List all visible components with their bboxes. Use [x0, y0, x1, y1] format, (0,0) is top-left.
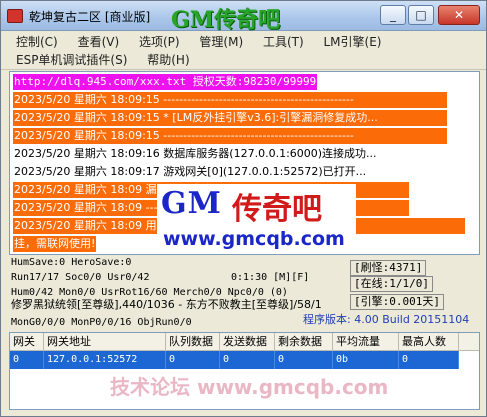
cell-remaining: 0	[275, 351, 333, 369]
maximize-button[interactable]: □	[408, 5, 434, 25]
col-sent[interactable]: 发送数据	[220, 333, 275, 351]
uptime: 0:1:30 [M][F]	[231, 272, 310, 283]
site-watermark: GM 传奇吧 www.gmcqb.com	[157, 184, 356, 252]
log-line: 2023/5/20 星期六 18:09:15 * [LM反外挂引擎v3.6]:引…	[13, 110, 447, 126]
menu-control[interactable]: 控制(C)	[11, 33, 63, 51]
save-status: HumSave:0 HeroSave:0	[11, 257, 132, 268]
refresh-counter: [刷怪:4371]	[350, 260, 427, 276]
watermark-brand: 传奇吧	[232, 192, 322, 227]
cell-avg-traffic: 0b	[333, 351, 399, 369]
col-max-users[interactable]: 最高人数	[399, 333, 459, 351]
log-line: 挂，需联网使用!	[13, 236, 97, 252]
cell-max-users: 0	[399, 351, 459, 369]
minimize-button[interactable]: _	[380, 5, 406, 25]
menu-bar: 控制(C) 查看(V) 选项(P) 管理(M) 工具(T) LM引擎(E) ES…	[1, 32, 486, 70]
col-avg-traffic[interactable]: 平均流量	[333, 333, 399, 351]
menu-view[interactable]: 查看(V)	[73, 33, 125, 51]
col-address[interactable]: 网关地址	[44, 333, 166, 351]
table-watermark: 技术论坛 www.gmcqb.com	[110, 375, 389, 399]
menu-options[interactable]: 选项(P)	[134, 33, 185, 51]
gateway-table: 网关 网关地址 队列数据 发送数据 剩余数据 平均流量 最高人数 0 127.0…	[9, 332, 480, 410]
log-line: http://dlq.945.com/xxx.txt 授权天数:98230/99…	[13, 74, 318, 90]
cell-queue: 0	[166, 351, 220, 369]
brand-watermark: GM传奇吧	[171, 7, 281, 33]
col-remaining[interactable]: 剩余数据	[275, 333, 333, 351]
monster-status: MonG0/0/0 MonP0/0/16 ObjRun0/0	[11, 317, 192, 328]
app-window: 乾坤复古二区 [商业版] GM传奇吧 _ □ ✕ 控制(C) 查看(V) 选项(…	[0, 0, 487, 417]
menu-help[interactable]: 帮助(H)	[142, 51, 194, 69]
boss-status: 修罗黑狱统领[至尊级],440/1036 - 东方不败教主[至尊级]/58/1	[11, 298, 322, 311]
menu-row-1: 控制(C) 查看(V) 选项(P) 管理(M) 工具(T) LM引擎(E)	[1, 33, 387, 51]
version-label: 程序版本: 4.00 Build 20151104	[303, 313, 470, 326]
log-panel[interactable]: http://dlq.945.com/xxx.txt 授权天数:98230/99…	[9, 71, 480, 255]
window-title: 乾坤复古二区 [商业版]	[29, 10, 151, 24]
log-line: 2023/5/20 星期六 18:09:17 游戏网关[0](127.0.0.1…	[14, 165, 367, 178]
log-line: 2023/5/20 星期六 18:09:15 -----------------…	[13, 128, 447, 144]
col-queue[interactable]: 队列数据	[166, 333, 220, 351]
close-button[interactable]: ✕	[438, 5, 480, 25]
menu-esp-plugin[interactable]: ESP单机调试插件(S)	[11, 51, 132, 69]
table-row[interactable]: 0 127.0.0.1:52572 0 0 0 0b 0	[10, 351, 459, 369]
log-line: 2023/5/20 星期六 18:09:16 数据库服务器(127.0.0.1:…	[14, 147, 377, 160]
title-bar[interactable]: 乾坤复古二区 [商业版] GM传奇吧 _ □ ✕	[1, 1, 486, 33]
cell-address: 127.0.0.1:52572	[44, 351, 166, 369]
app-icon	[7, 9, 23, 23]
online-counter: [在线:1/1/0]	[350, 276, 433, 292]
cell-gateway: 0	[10, 351, 44, 369]
run-status: Run17/17 Soc0/0 Usr0/42	[11, 272, 150, 283]
log-line: 2023/5/20 星期六 18:09:15 -----------------…	[13, 92, 447, 108]
menu-manage[interactable]: 管理(M)	[194, 33, 248, 51]
watermark-url: www.gmcqb.com	[163, 228, 345, 250]
menu-tools[interactable]: 工具(T)	[258, 33, 309, 51]
engine-days: [引擎:0.001天]	[350, 294, 444, 310]
col-gateway[interactable]: 网关	[10, 333, 44, 351]
table-header: 网关 网关地址 队列数据 发送数据 剩余数据 平均流量 最高人数	[10, 333, 479, 351]
watermark-gm: GM	[161, 186, 222, 221]
menu-lm-engine[interactable]: LM引擎(E)	[319, 33, 387, 51]
status-panel: HumSave:0 HeroSave:0 Run17/17 Soc0/0 Usr…	[9, 256, 480, 330]
cell-sent: 0	[220, 351, 275, 369]
menu-row-2: ESP单机调试插件(S) 帮助(H)	[1, 51, 195, 69]
